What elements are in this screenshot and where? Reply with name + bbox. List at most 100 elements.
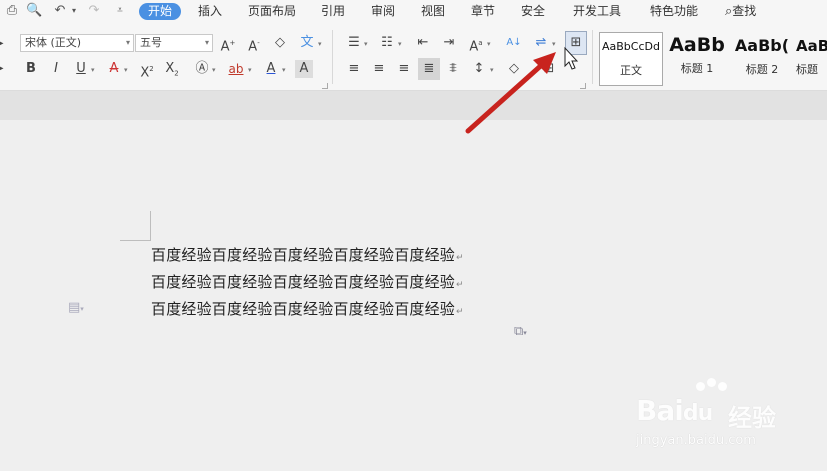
style-normal[interactable]: AaBbCcDd 正文 [599,32,663,86]
paste-options-icon[interactable]: ⧉▾ [514,324,527,339]
change-case-icon[interactable]: Aa [467,34,485,54]
tab-home[interactable]: 开始 [139,3,182,20]
chevron-down-icon: ▾ [318,40,322,48]
chevron-down-icon: ▾ [248,66,252,74]
grow-font-icon[interactable]: A+ [219,34,237,54]
style-name: 标题 1 [680,62,714,75]
clipboard-group-edge: ▸ [0,38,4,49]
line-text: 百度经验百度经验百度经验百度经验百度经验 [151,300,456,318]
watermark-logo: Baidu [636,394,713,427]
bullet-list-icon[interactable]: ☰ [345,34,363,52]
italic-icon[interactable]: I [47,60,65,78]
chevron-down-icon: ▾ [125,38,130,47]
clipboard-group-edge-2: ▸ [0,63,4,74]
justify-icon[interactable]: ≣ [418,58,440,80]
page-margin-mark [120,240,151,241]
paw-logo-icon [718,382,727,391]
chevron-down-icon: ▾ [212,66,216,74]
undo-dropdown-icon[interactable]: ▾ [66,3,82,19]
distributed-align-icon[interactable]: ⩨ [444,60,462,78]
style-name: 标题 2 [745,63,779,76]
font-dialog-launcher-icon[interactable] [322,83,328,89]
baidu-watermark: Baidu 经验 jingyan.baidu.com [636,378,816,460]
watermark-url: jingyan.baidu.com [636,433,756,448]
watermark-cn: 经验 [728,404,776,432]
paw-logo-icon [696,382,705,391]
style-heading-1[interactable]: AaBb 标题 1 [666,32,728,86]
style-sample: AaB [796,37,827,55]
tab-view[interactable]: 视图 [421,3,445,20]
shrink-font-icon[interactable]: A- [245,34,263,54]
print-icon[interactable]: ⎙ [4,3,20,19]
redo-icon[interactable]: ↷ [86,3,102,19]
style-name: 正文 [620,64,642,77]
tab-review[interactable]: 审阅 [371,3,395,20]
sort-icon[interactable]: A↓ [505,34,523,52]
table-layout-icon[interactable]: ⊞ [565,31,587,55]
char-shading-icon[interactable]: A [295,60,313,78]
font-color-icon[interactable]: A [262,60,280,78]
line-break-icon[interactable]: ⇌ [532,34,550,52]
style-name: 标题 [796,63,818,76]
decrease-indent-icon[interactable]: ⇤ [414,34,432,52]
tab-special-features[interactable]: 特色功能 [650,3,698,20]
strikethrough-icon[interactable]: A [105,60,123,78]
ribbon: ▸ ▸ 宋体 (正文) ▾ 五号 ▾ A+ A- ◇ 文 ▾ B I U ▾ A ▾… [0,22,827,91]
subscript-icon[interactable]: X2 [163,60,181,78]
tab-security[interactable]: 安全 [521,3,545,20]
font-size-value: 五号 [140,36,162,49]
style-sample: AaBb [669,34,725,56]
search-label: 查找 [732,4,757,18]
chevron-down-icon: ▾ [487,40,491,48]
chevron-down-icon: ▾ [91,66,95,74]
search-button[interactable]: ⌕查找 [725,3,756,20]
divider [592,30,593,84]
bold-icon[interactable]: B [22,60,40,78]
menu-bar: ⎙ 🔍 ↶ ▾ ↷ ⩡ 开始 插入 页面布局 引用 审阅 视图 章节 安全 开发… [0,0,827,22]
document-line[interactable]: 百度经验百度经验百度经验百度经验百度经验↵ [151,298,464,319]
borders-icon[interactable]: ⊞ [540,60,558,78]
paragraph-mark: ↵ [456,253,464,263]
font-name-value: 宋体 (正文) [25,36,82,49]
paragraph-mark: ↵ [456,307,464,317]
numbered-list-icon[interactable]: ☷ [378,34,396,52]
chevron-down-icon: ▾ [490,66,494,74]
tab-insert[interactable]: 插入 [198,3,222,20]
phonetic-guide-icon[interactable]: 文 [298,34,316,52]
paw-logo-icon [707,378,716,387]
divider [332,30,333,84]
style-sample: AaBbCcDd [602,40,660,53]
highlight-icon[interactable]: ab [227,60,245,78]
line-text: 百度经验百度经验百度经验百度经验百度经验 [151,273,456,291]
ruler-band [0,91,827,120]
text-effect-icon[interactable]: Ⓐ [193,60,211,78]
style-heading-2[interactable]: AaBb( 标题 2 [731,32,793,86]
chevron-down-icon: ▾ [124,66,128,74]
document-line[interactable]: 百度经验百度经验百度经验百度经验百度经验↵ [151,244,464,265]
align-left-icon[interactable]: ≡ [345,60,363,78]
tab-page-layout[interactable]: 页面布局 [248,3,296,20]
print-preview-icon[interactable]: 🔍 [26,3,42,19]
clear-format-icon[interactable]: ◇ [271,34,289,52]
font-size-select[interactable]: 五号 ▾ [135,34,213,52]
paragraph-mark: ↵ [456,280,464,290]
paragraph-dialog-launcher-icon[interactable] [580,83,586,89]
chevron-down-icon: ▾ [364,40,368,48]
tab-developer-tools[interactable]: 开发工具 [573,3,621,20]
align-right-icon[interactable]: ≡ [395,60,413,78]
document-line[interactable]: 百度经验百度经验百度经验百度经验百度经验↵ [151,271,464,292]
chevron-down-icon: ▾ [282,66,286,74]
paragraph-layout-icon[interactable]: ▤▾ [68,300,84,315]
tab-section[interactable]: 章节 [471,3,495,20]
chevron-down-icon: ▾ [398,40,402,48]
align-center-icon[interactable]: ≡ [370,60,388,78]
tab-references[interactable]: 引用 [321,3,345,20]
style-title[interactable]: AaB 标题 [796,32,827,86]
increase-indent-icon[interactable]: ⇥ [440,34,458,52]
shading-icon[interactable]: ◇ [505,60,523,78]
superscript-icon[interactable]: X2 [138,60,156,80]
underline-icon[interactable]: U [72,60,90,78]
customize-toolbar-icon[interactable]: ⩡ [112,3,128,19]
line-spacing-icon[interactable]: ↕ [470,60,488,78]
font-name-select[interactable]: 宋体 (正文) ▾ [20,34,134,52]
